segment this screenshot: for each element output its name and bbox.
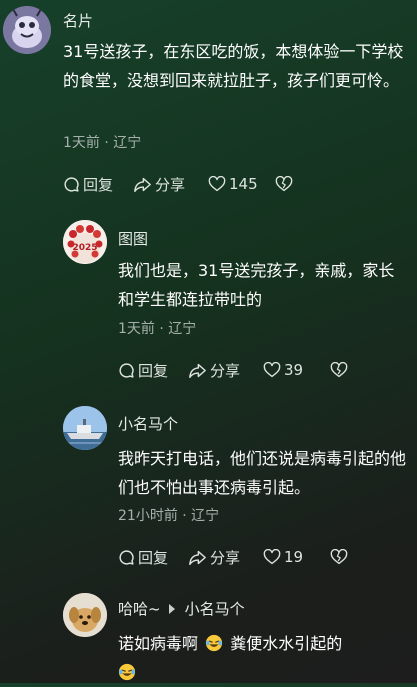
like-button[interactable]: 39 <box>263 361 330 379</box>
comment-text-part: 粪便水水引起的 <box>230 634 343 653</box>
comment-actions: 回复 分享 39 <box>118 359 348 381</box>
reply-bubble-icon <box>119 549 134 565</box>
like-button[interactable]: 145 <box>208 175 275 193</box>
reply-label: 回复 <box>83 175 114 194</box>
comment-meta: 1天前 · 辽宁 <box>63 135 142 151</box>
comment-text: 我昨天打电话，他们还说是病毒引起的他们也不怕出事还病毒引起。 <box>118 449 407 497</box>
like-count: 39 <box>284 361 304 379</box>
share-arrow-icon <box>189 363 206 378</box>
dog-avatar-icon <box>63 593 107 637</box>
avatar-badge-text: 2025 <box>72 243 97 253</box>
laughing-emoji-icon <box>206 634 223 652</box>
comment-meta: 21小时前 · 辽宁 <box>118 508 220 524</box>
avatar[interactable] <box>63 406 107 450</box>
like-count: 145 <box>229 175 258 193</box>
ship-avatar-icon <box>63 406 107 450</box>
reply-header: 哈哈~ 小名马个 <box>118 599 245 619</box>
reply-label: 回复 <box>138 548 169 567</box>
broken-heart-icon <box>275 176 293 192</box>
share-label: 分享 <box>155 175 186 194</box>
reply-bubble-icon <box>119 362 134 378</box>
heart-icon <box>208 176 226 192</box>
heart-icon <box>263 362 281 378</box>
dislike-button[interactable] <box>330 362 348 378</box>
reply-bubble-icon <box>64 176 79 192</box>
avatar[interactable] <box>3 6 51 54</box>
share-arrow-icon <box>189 550 206 565</box>
dislike-button[interactable] <box>330 549 348 565</box>
comment-actions: 回复 分享 19 <box>118 546 348 568</box>
reply-button[interactable]: 回复 <box>118 360 188 381</box>
like-count: 19 <box>284 548 304 566</box>
share-button[interactable]: 分享 <box>133 174 208 195</box>
reply-button[interactable]: 回复 <box>118 547 188 568</box>
comment-username[interactable]: 图图 <box>118 229 148 249</box>
broken-heart-icon <box>330 549 348 565</box>
comment-text: 我们也是，31号送完孩子，亲戚，家长和学生都连拉带吐的 <box>118 261 395 309</box>
flower-avatar-icon: 2025 <box>63 220 107 264</box>
laughing-emoji-icon <box>118 663 136 681</box>
share-label: 分享 <box>210 361 241 380</box>
heart-icon <box>263 549 281 565</box>
reply-arrow-icon <box>168 604 175 614</box>
comment-username[interactable]: 哈哈~ <box>118 600 161 618</box>
alien-avatar-icon <box>3 6 51 54</box>
reply-to-username[interactable]: 小名马个 <box>185 600 245 618</box>
like-button[interactable]: 19 <box>263 548 330 566</box>
comment-meta: 1天前 · 辽宁 <box>118 321 197 337</box>
comment-text: 诺如病毒啊 粪便水水引起的 <box>118 629 408 687</box>
share-button[interactable]: 分享 <box>188 360 263 381</box>
reply-button[interactable]: 回复 <box>63 174 133 195</box>
dislike-button[interactable] <box>275 176 293 192</box>
comment-username[interactable]: 名片 <box>63 11 93 31</box>
share-label: 分享 <box>210 548 241 567</box>
comment-username[interactable]: 小名马个 <box>118 414 178 434</box>
share-arrow-icon <box>134 177 151 192</box>
avatar[interactable] <box>63 593 107 637</box>
reply-label: 回复 <box>138 361 169 380</box>
share-button[interactable]: 分享 <box>188 547 263 568</box>
broken-heart-icon <box>330 362 348 378</box>
comment-text-part: 诺如病毒啊 <box>118 634 199 653</box>
comment-actions: 回复 分享 145 <box>63 173 293 195</box>
comment-text: 31号送孩子，在东区吃的饭，本想体验一下学校的食堂，没想到回来就拉肚子，孩子们更… <box>63 42 404 90</box>
avatar[interactable]: 2025 <box>63 220 107 264</box>
